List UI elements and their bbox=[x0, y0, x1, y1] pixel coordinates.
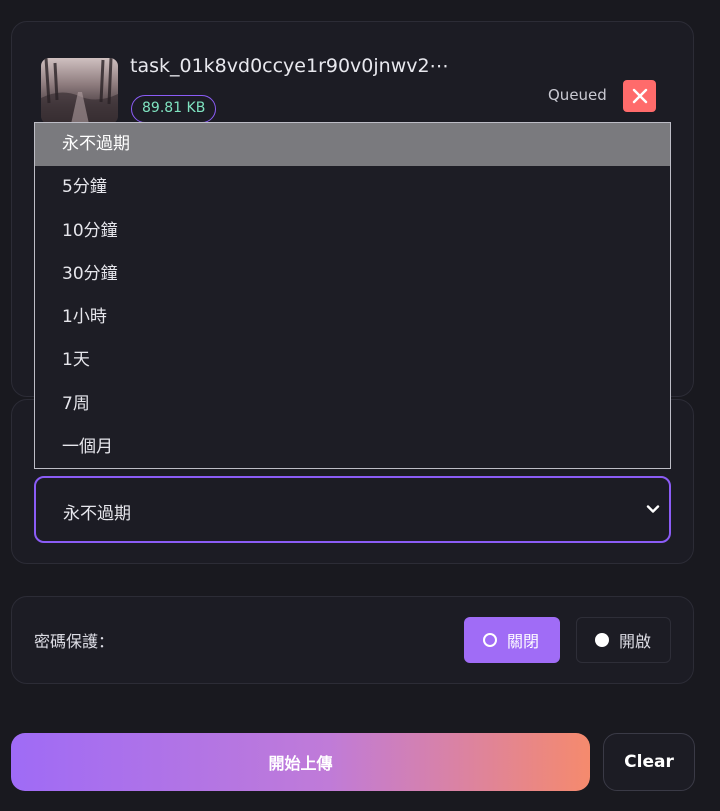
start-upload-button[interactable]: 開始上傳 bbox=[11, 733, 590, 791]
dropdown-option[interactable]: 5分鐘 bbox=[35, 166, 670, 209]
password-off-toggle[interactable]: 關閉 bbox=[464, 617, 560, 663]
dropdown-option[interactable]: 7周 bbox=[35, 383, 670, 426]
radio-icon bbox=[595, 633, 609, 647]
remove-file-button[interactable] bbox=[623, 80, 656, 112]
expiry-select[interactable]: 永不過期 bbox=[34, 476, 671, 543]
close-icon bbox=[632, 88, 647, 104]
dropdown-option[interactable]: 30分鐘 bbox=[35, 253, 670, 296]
password-on-toggle[interactable]: 開啟 bbox=[576, 617, 671, 663]
expiry-select-value: 永不過期 bbox=[63, 504, 131, 524]
dropdown-option[interactable]: 一個月 bbox=[35, 426, 670, 469]
clear-button[interactable]: Clear bbox=[603, 733, 695, 791]
expiry-dropdown-list: 永不過期 5分鐘 10分鐘 30分鐘 1小時 1天 7周 一個月 bbox=[34, 122, 671, 469]
radio-icon bbox=[483, 633, 497, 647]
dropdown-option[interactable]: 1小時 bbox=[35, 296, 670, 339]
dropdown-option[interactable]: 永不過期 bbox=[35, 123, 670, 167]
password-protection-label: 密碼保護： bbox=[34, 632, 115, 651]
chevron-down-icon bbox=[646, 505, 660, 513]
file-size-badge: 89.81 KB bbox=[131, 95, 217, 123]
password-on-label: 開啟 bbox=[619, 632, 652, 651]
file-name: task_01k8vd0ccye1r90v0jnwv2⋯ bbox=[130, 55, 449, 77]
password-off-label: 關閉 bbox=[507, 632, 540, 651]
dropdown-option[interactable]: 10分鐘 bbox=[35, 210, 670, 253]
upload-status: Queued bbox=[548, 86, 607, 104]
file-thumbnail bbox=[41, 58, 118, 124]
dropdown-option[interactable]: 1天 bbox=[35, 339, 670, 382]
